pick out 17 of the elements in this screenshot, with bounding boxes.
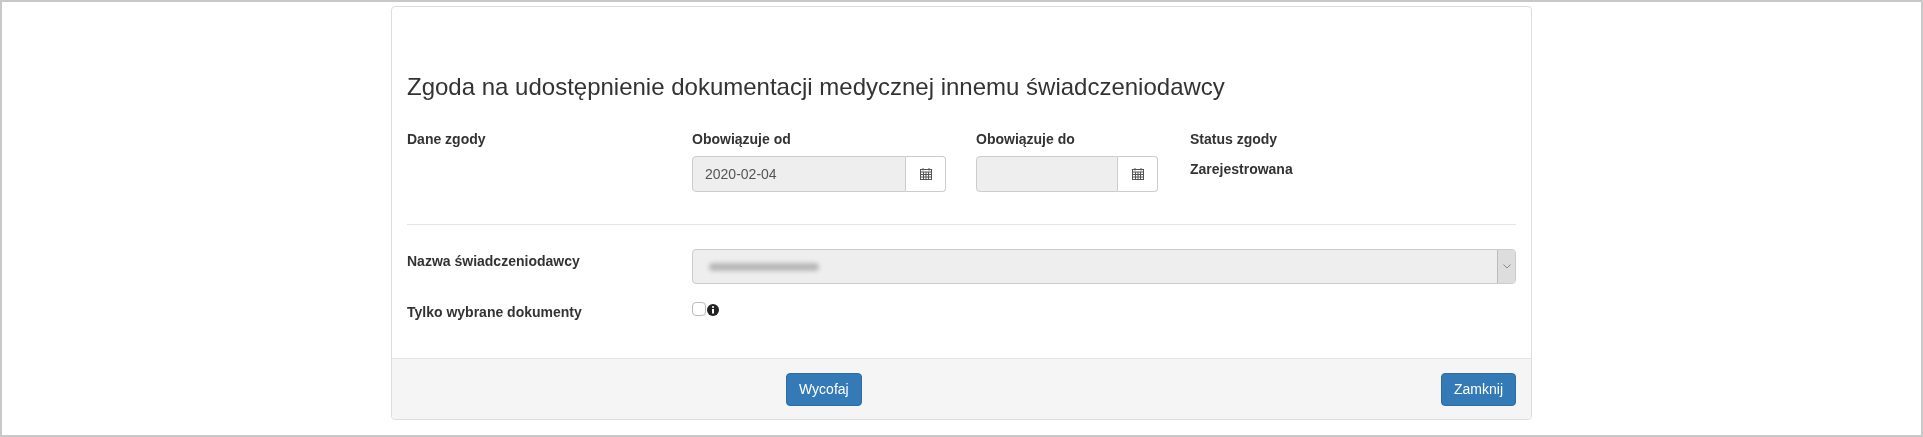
dialog-title: Zgoda na udostępnienie dokumentacji medycznej innemu świadczeniodawcy <box>407 72 1226 102</box>
withdraw-button[interactable]: Wycofaj <box>786 372 862 406</box>
field-label: Dane zgody <box>407 131 486 147</box>
calendar-button[interactable] <box>1118 156 1158 192</box>
field-label: Status zgody <box>1190 130 1279 149</box>
field-label: Obowiązuje od <box>692 130 792 149</box>
checkbox[interactable] <box>692 302 706 316</box>
chevron-down-icon <box>1502 264 1511 269</box>
field-label: Nazwa świadczeniodawcy <box>407 252 581 271</box>
field-label: Obowiązuje do <box>976 130 1076 149</box>
info-icon[interactable] <box>707 304 719 316</box>
close-button[interactable]: Zamknij <box>1441 372 1516 406</box>
field-label: Tylko wybrane dokumenty <box>407 303 583 322</box>
calendar-icon <box>919 168 932 180</box>
calendar-icon <box>1131 168 1144 180</box>
status-value: Zarejestrowana <box>1190 160 1294 179</box>
calendar-button[interactable] <box>906 156 946 192</box>
